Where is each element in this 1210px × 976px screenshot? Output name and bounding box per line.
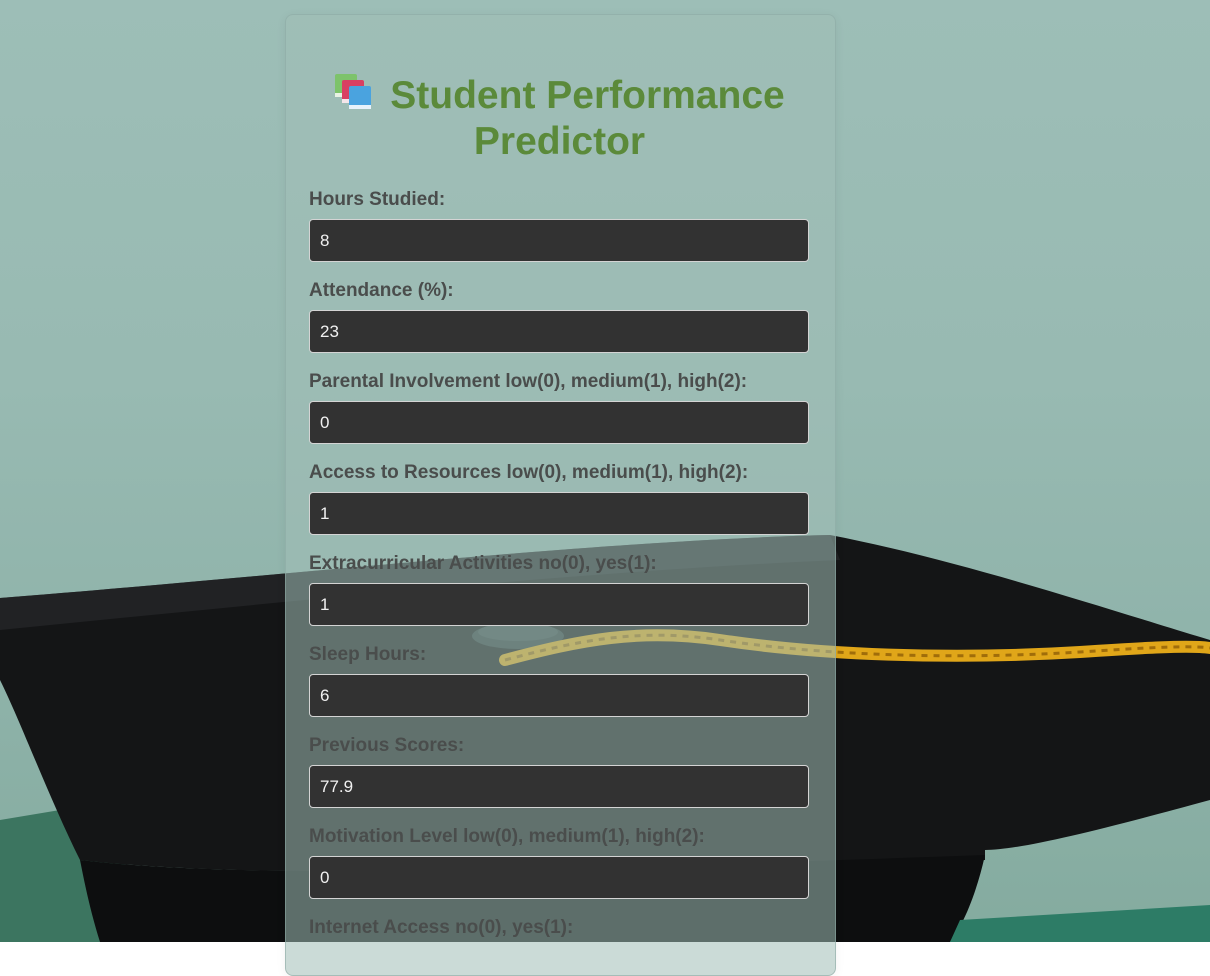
parental-involvement-label: Parental Involvement low(0), medium(1), … bbox=[309, 371, 748, 392]
motivation-level-input[interactable] bbox=[309, 856, 809, 899]
page-title: Student Performance Predictor bbox=[285, 72, 834, 165]
attendance-label: Attendance (%): bbox=[309, 280, 454, 301]
motivation-level-label: Motivation Level low(0), medium(1), high… bbox=[309, 826, 705, 847]
hours-studied-input[interactable] bbox=[309, 219, 809, 262]
field-sleep-hours: Sleep Hours: bbox=[309, 642, 809, 717]
title-line-2: Predictor bbox=[473, 120, 646, 163]
extracurricular-activities-label: Extracurricular Activities no(0), yes(1)… bbox=[309, 553, 657, 574]
title-line-1: Student Performance bbox=[390, 74, 785, 117]
field-access-to-resources: Access to Resources low(0), medium(1), h… bbox=[309, 460, 809, 535]
field-previous-scores: Previous Scores: bbox=[309, 733, 809, 808]
field-attendance: Attendance (%): bbox=[309, 278, 809, 353]
sleep-hours-input[interactable] bbox=[309, 674, 809, 717]
field-motivation-level: Motivation Level low(0), medium(1), high… bbox=[309, 824, 809, 899]
previous-scores-input[interactable] bbox=[309, 765, 809, 808]
field-internet-access: Internet Access no(0), yes(1): bbox=[309, 915, 809, 941]
parental-involvement-input[interactable] bbox=[309, 401, 809, 444]
internet-access-label: Internet Access no(0), yes(1): bbox=[309, 917, 574, 938]
attendance-input[interactable] bbox=[309, 310, 809, 353]
field-extracurricular-activities: Extracurricular Activities no(0), yes(1)… bbox=[309, 551, 809, 626]
access-to-resources-label: Access to Resources low(0), medium(1), h… bbox=[309, 462, 749, 483]
hours-studied-label: Hours Studied: bbox=[309, 189, 446, 210]
previous-scores-label: Previous Scores: bbox=[309, 735, 465, 756]
books-icon bbox=[334, 72, 376, 112]
field-hours-studied: Hours Studied: bbox=[309, 187, 809, 262]
extracurricular-activities-input[interactable] bbox=[309, 583, 809, 626]
sleep-hours-label: Sleep Hours: bbox=[309, 644, 427, 665]
access-to-resources-input[interactable] bbox=[309, 492, 809, 535]
field-parental-involvement: Parental Involvement low(0), medium(1), … bbox=[309, 369, 809, 444]
